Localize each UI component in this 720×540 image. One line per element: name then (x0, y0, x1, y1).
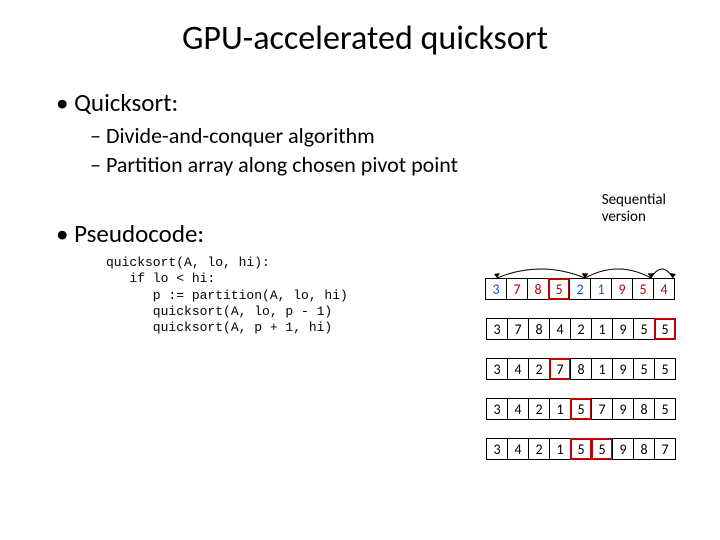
array-cell: 8 (570, 358, 592, 380)
array-cell: 9 (612, 438, 634, 460)
array-cell: 9 (612, 398, 634, 420)
array-cell: 1 (549, 438, 571, 460)
subbullet-partition: Partition array along chosen pivot point (90, 151, 680, 178)
bullet-quicksort: Quicksort: (56, 87, 680, 118)
array-cell: 8 (633, 398, 655, 420)
array-cell: 5 (570, 398, 592, 420)
array-cell: 3 (485, 278, 507, 300)
array-cell: 1 (549, 398, 571, 420)
array-cell: 3 (486, 358, 508, 380)
array-cell: 4 (549, 318, 571, 340)
array-cell: 2 (528, 358, 550, 380)
array-cell: 5 (633, 318, 655, 340)
sequential-version-label: Sequential version (602, 192, 666, 227)
array-cell: 7 (507, 318, 529, 340)
array-cell: 2 (528, 438, 550, 460)
array-cell: 5 (654, 358, 676, 380)
array-cell: 7 (591, 398, 613, 420)
array-row: 378521954 (486, 278, 676, 300)
array-cell: 7 (654, 438, 676, 460)
array-cell: 5 (633, 358, 655, 380)
slide-title: GPU-accelerated quicksort (50, 18, 680, 59)
array-cell: 5 (654, 318, 676, 340)
array-cell: 5 (632, 278, 654, 300)
array-cell: 3 (486, 318, 508, 340)
bullet-pseudocode: Pseudocode: (56, 218, 680, 249)
array-cell: 9 (611, 278, 633, 300)
array-cell: 5 (570, 438, 592, 460)
array-cell: 2 (570, 318, 592, 340)
array-cell: 7 (506, 278, 528, 300)
array-row: 342155987 (486, 438, 676, 460)
array-cell: 9 (612, 358, 634, 380)
array-cell: 1 (590, 278, 612, 300)
array-row: 342157985 (486, 398, 676, 420)
array-cell: 3 (486, 398, 508, 420)
array-cell: 4 (507, 398, 529, 420)
array-cell: 2 (569, 278, 591, 300)
array-row: 342781955 (486, 358, 676, 380)
array-cell: 5 (548, 278, 570, 300)
array-cell: 7 (549, 358, 571, 380)
quicksort-diagram: 3785219543784219553427819553421579853421… (486, 278, 676, 460)
array-cell: 4 (507, 438, 529, 460)
subbullet-divide: Divide-and-conquer algorithm (90, 122, 680, 149)
array-cell: 1 (591, 318, 613, 340)
array-cell: 3 (486, 438, 508, 460)
array-cell: 4 (653, 278, 675, 300)
array-row: 378421955 (486, 318, 676, 340)
array-cell: 5 (654, 398, 676, 420)
array-cell: 5 (591, 438, 613, 460)
array-cell: 8 (633, 438, 655, 460)
array-cell: 8 (527, 278, 549, 300)
array-cell: 1 (591, 358, 613, 380)
array-cell: 4 (507, 358, 529, 380)
array-cell: 8 (528, 318, 550, 340)
array-cell: 9 (612, 318, 634, 340)
array-cell: 2 (528, 398, 550, 420)
